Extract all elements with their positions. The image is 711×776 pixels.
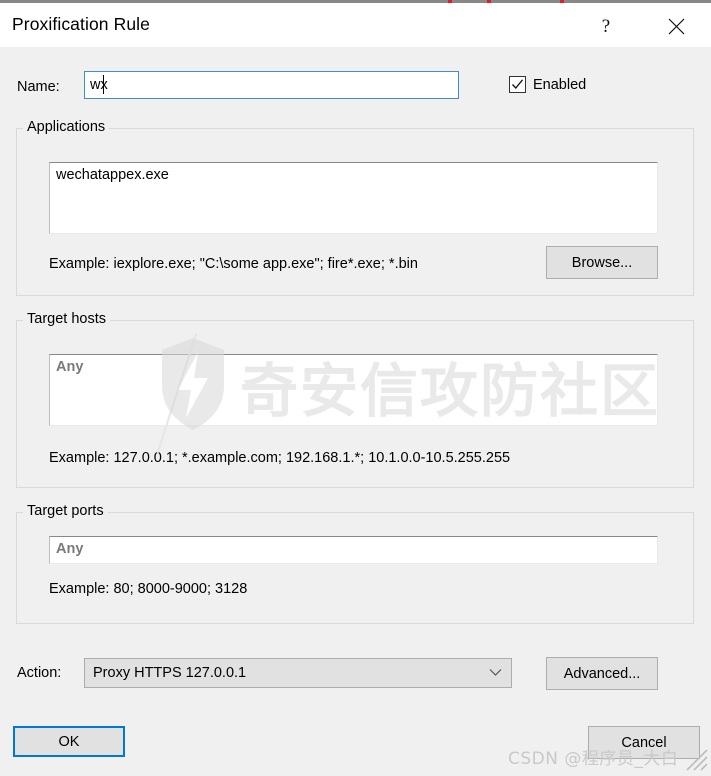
close-icon [668,18,685,35]
target-ports-hint: Example: 80; 8000-9000; 3128 [49,581,248,597]
action-label: Action: [17,665,62,681]
enabled-checkbox[interactable]: Enabled [509,76,586,93]
text-caret [103,75,104,94]
question-mark-icon: ? [601,15,611,37]
target-ports-group: Target ports [16,503,694,624]
chevron-down-icon [489,665,502,681]
target-ports-input[interactable]: Any [49,536,658,564]
ok-button[interactable]: OK [13,726,125,757]
action-dropdown[interactable]: Proxy HTTPS 127.0.0.1 [84,658,512,688]
target-hosts-hint: Example: 127.0.0.1; *.example.com; 192.1… [49,450,511,466]
target-ports-legend: Target ports [23,503,108,519]
help-button[interactable]: ? [583,6,629,46]
target-hosts-input[interactable]: Any [49,354,658,426]
title-bar: Proxification Rule ? [0,3,711,47]
advanced-button[interactable]: Advanced... [546,657,658,690]
name-label: Name: [17,79,60,95]
enabled-label: Enabled [533,76,587,93]
window-title: Proxification Rule [12,14,150,34]
close-button[interactable] [653,6,699,46]
name-input[interactable] [84,71,459,99]
cancel-button[interactable]: Cancel [588,726,700,759]
applications-hint: Example: iexplore.exe; "C:\some app.exe"… [49,256,418,272]
checkbox-box [509,76,526,93]
applications-input[interactable]: wechatappex.exe [49,162,658,234]
action-selected-value: Proxy HTTPS 127.0.0.1 [93,665,247,681]
target-hosts-legend: Target hosts [23,311,110,327]
applications-legend: Applications [23,119,110,135]
browse-button[interactable]: Browse... [546,246,658,279]
